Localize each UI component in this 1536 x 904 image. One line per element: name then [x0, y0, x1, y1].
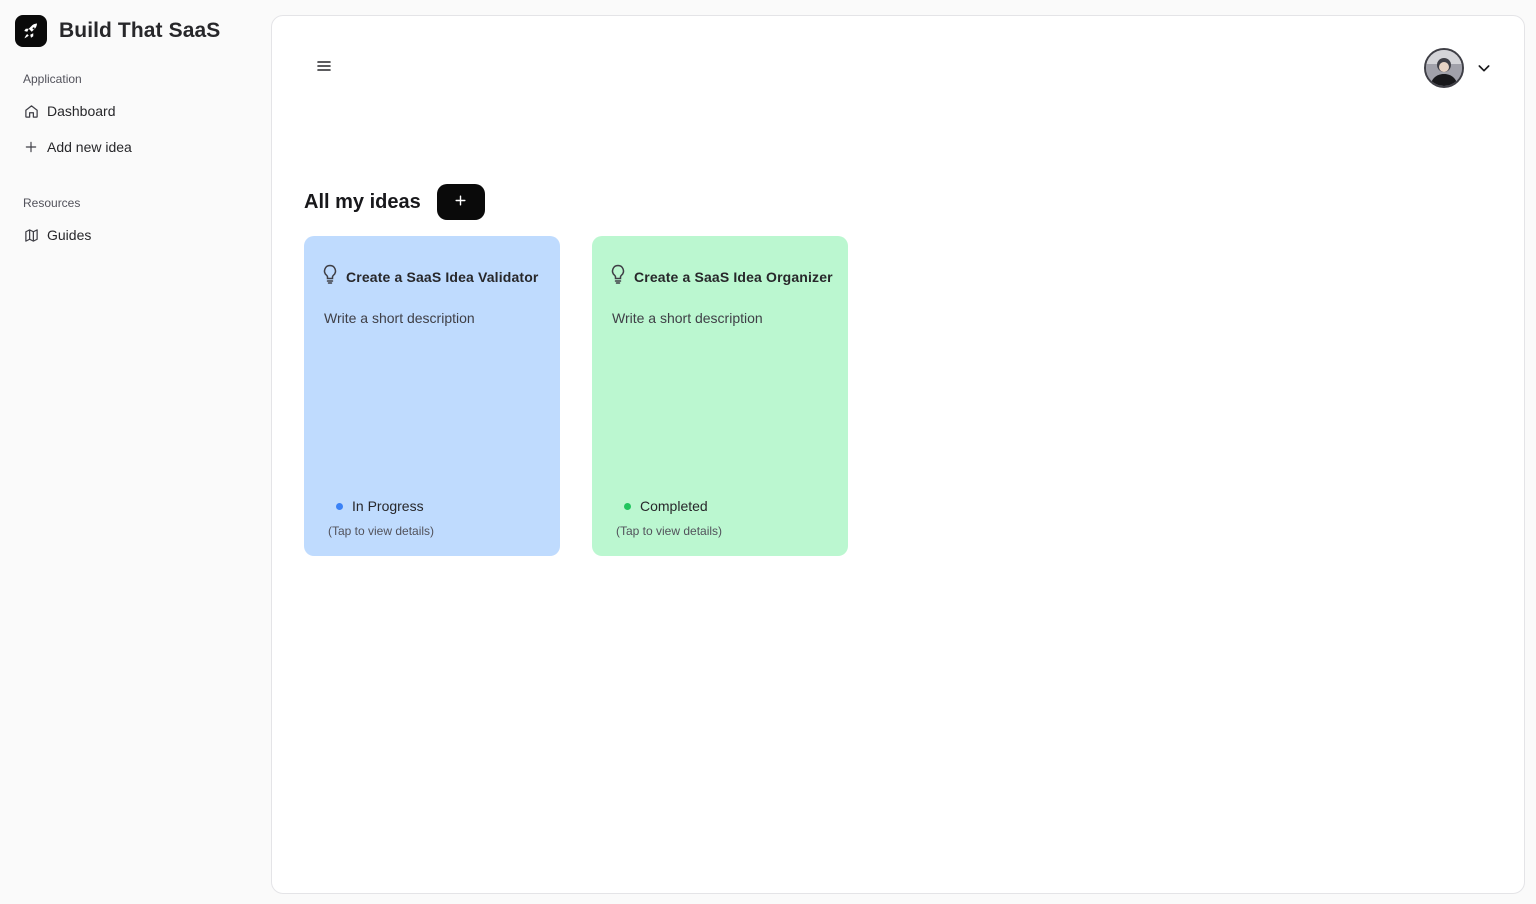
- avatar[interactable]: [1424, 48, 1464, 88]
- page-title: All my ideas: [304, 190, 421, 213]
- status-label: Completed: [640, 498, 708, 514]
- card-title-row: Create a SaaS Idea Validator: [322, 264, 539, 289]
- status-dot: [336, 502, 343, 510]
- status-badge: Completed: [624, 498, 708, 514]
- sidebar-item-add-new-idea[interactable]: Add new idea: [16, 132, 254, 162]
- sidebar-item-guides[interactable]: Guides: [16, 220, 254, 250]
- card-title: Create a SaaS Idea Organizer: [634, 268, 833, 285]
- lightbulb-icon: [610, 264, 626, 289]
- home-icon: [23, 103, 39, 119]
- card-hint: (Tap to view details): [616, 524, 723, 538]
- map-icon: [23, 227, 39, 243]
- lightbulb-icon: [322, 264, 338, 289]
- status-dot: [624, 502, 631, 510]
- sidebar: Build That SaaS Application Dashboard Ad…: [0, 0, 270, 904]
- chevron-down-icon[interactable]: [1476, 60, 1492, 76]
- hamburger-menu-icon: [317, 59, 331, 77]
- user-menu[interactable]: [1424, 48, 1492, 88]
- menu-toggle-button[interactable]: [312, 56, 336, 80]
- card-description: Write a short description: [324, 310, 475, 326]
- sidebar-item-dashboard[interactable]: Dashboard: [16, 96, 254, 126]
- card-title-row: Create a SaaS Idea Organizer: [610, 264, 833, 289]
- status-badge: In Progress: [336, 498, 424, 514]
- card-title: Create a SaaS Idea Validator: [346, 268, 539, 285]
- idea-card[interactable]: Create a SaaS Idea Validator Write a sho…: [304, 236, 560, 556]
- sidebar-item-label: Dashboard: [47, 103, 116, 119]
- add-idea-button[interactable]: [436, 184, 485, 220]
- rocket-icon: [15, 15, 47, 47]
- nav-group-label-resources: Resources: [23, 196, 81, 210]
- brand-name: Build That SaaS: [59, 19, 221, 42]
- card-hint: (Tap to view details): [328, 524, 435, 538]
- brand[interactable]: Build That SaaS: [15, 15, 220, 47]
- idea-card[interactable]: Create a SaaS Idea Organizer Write a sho…: [592, 236, 848, 556]
- card-description: Write a short description: [612, 310, 763, 326]
- plus-icon: [23, 139, 39, 155]
- ideas-header: All my ideas: [304, 184, 485, 220]
- main-panel: All my ideas Create a SaaS Idea Validato…: [271, 15, 1525, 894]
- sidebar-item-label: Add new idea: [47, 139, 132, 155]
- sidebar-item-label: Guides: [47, 227, 92, 243]
- nav-group-label-application: Application: [23, 72, 82, 86]
- app-root: Build That SaaS Application Dashboard Ad…: [0, 0, 1536, 904]
- status-label: In Progress: [352, 498, 424, 514]
- plus-icon: [454, 194, 467, 210]
